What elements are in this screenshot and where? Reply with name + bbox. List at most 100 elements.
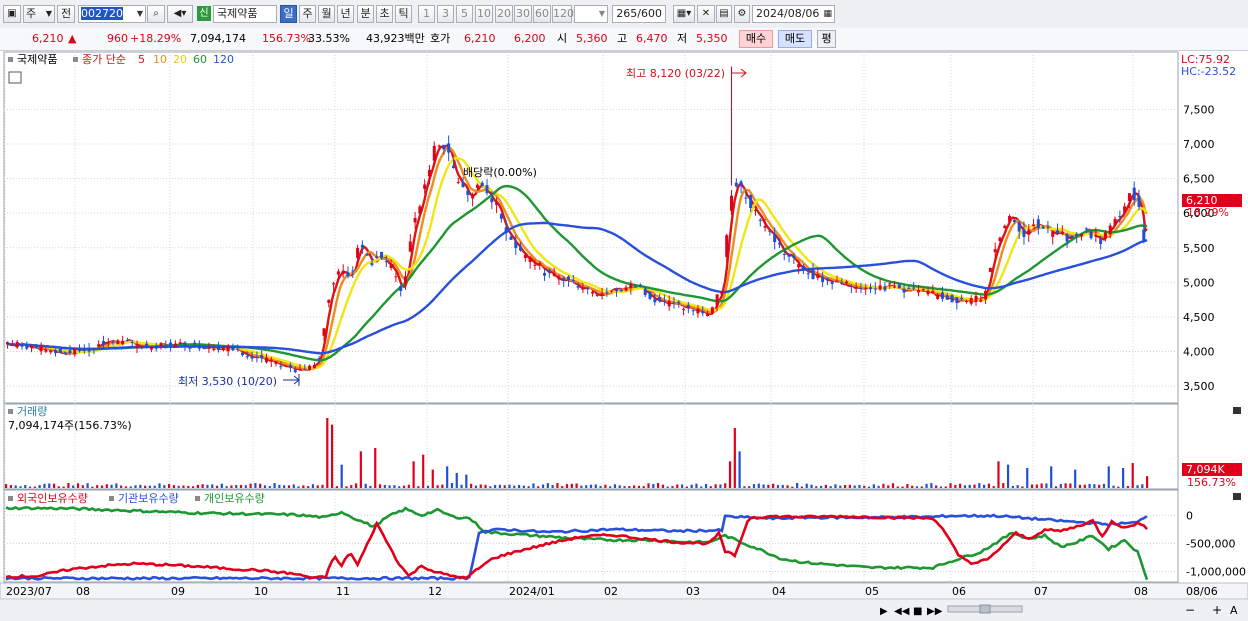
candle-body [140,345,144,347]
tab-second[interactable]: 초 [376,5,393,23]
volume-bar [484,484,487,488]
sell-button[interactable]: 매도 [778,30,812,48]
candle-body [427,169,431,177]
step-3[interactable]: 3 [437,5,454,23]
settings-icon[interactable]: ⚙ [734,5,750,23]
volume-bar [700,486,703,488]
volume-bar [359,451,362,488]
candle-body [1118,216,1122,218]
speaker-icon[interactable]: ◀▾ [167,5,193,23]
stock-name-field[interactable]: 국제약품 [213,5,277,23]
volume-bar [1035,484,1038,488]
zoom-in-icon[interactable]: + [1212,603,1222,617]
panel-close-icon[interactable] [1233,407,1241,414]
volume-bar [187,485,190,488]
volume-bar [283,485,286,488]
tab-minute[interactable]: 분 [357,5,374,23]
candle-body [696,308,700,314]
holdings-tick-label: -1,000,000 [1186,566,1246,579]
candle-body [739,181,743,187]
zoom-out-icon[interactable]: − [1185,603,1195,617]
step-5[interactable]: 5 [456,5,473,23]
candle-body [485,185,489,194]
legend-marker [195,496,200,501]
step-30[interactable]: 30 [514,5,532,23]
chart-tools-icon[interactable]: ▦▾ [673,5,695,23]
candle-body [547,269,551,273]
volume-bar [820,485,823,488]
candle-body [1008,215,1012,222]
volume: 7,094,174 [190,32,246,45]
step-60[interactable]: 60 [533,5,551,23]
tab-month[interactable]: 월 [318,5,335,23]
candle-body [499,213,503,219]
candle-body [1137,195,1141,207]
x-tick-label: 08 [76,585,90,598]
candle-body [988,268,992,272]
current-change-tag-text: 18.29% [1187,206,1229,219]
candle-body [638,284,642,287]
step-10[interactable]: 10 [475,5,493,23]
play-icon[interactable]: ▶ [880,606,888,617]
volume-bar [1117,486,1120,488]
volume-bar [1088,483,1091,488]
crosshair-icon[interactable]: ✕ [697,5,715,23]
buy-button[interactable]: 매수 [739,30,773,48]
stop-icon[interactable]: ■ [913,606,922,617]
date-field[interactable]: 2024/08/06 ▦ [752,5,835,23]
candle-body [979,299,983,302]
candle-body [682,308,686,310]
volume-bar [14,485,17,488]
volume-bar [585,485,588,488]
tab-week[interactable]: 주 [299,5,316,23]
search-icon[interactable]: ⌕ [147,5,165,23]
candle-body [595,295,599,297]
volume-bar [426,485,430,488]
volume-bar [441,484,444,488]
candle-body [614,288,618,292]
candle-body [351,270,355,272]
candle-body [955,297,959,304]
tab-year[interactable]: 년 [337,5,354,23]
step-20[interactable]: 20 [495,5,513,23]
candle-body [940,292,944,299]
step-120[interactable]: 120 [552,5,574,23]
candle-body [835,280,839,282]
volume-bar [5,484,8,488]
legend-individual: 개인보유수량 [204,492,265,505]
save-icon[interactable]: ▤ [716,5,732,23]
candle-body [998,237,1002,242]
font-size-icon[interactable]: A [1230,604,1238,617]
count-display[interactable]: 265/600 [612,5,666,23]
volume-bar [848,484,851,488]
tab-tick[interactable]: 틱 [395,5,412,23]
volume-bar [810,484,813,488]
dropdown-icon: ▼ [45,9,52,18]
volume-bar [652,484,655,488]
scrollbar-thumb[interactable] [979,604,991,614]
step-1[interactable]: 1 [418,5,435,23]
fast-forward-icon[interactable]: ▶▶ [927,606,943,617]
candle-body [317,357,321,359]
step-combo[interactable]: ▼ [574,5,608,23]
tab-day[interactable]: 일 [280,5,297,23]
rewind-icon[interactable]: ◀◀ [894,606,910,617]
volume-bar [762,484,765,488]
window-icon[interactable]: ▣ [3,5,21,23]
stock-code-input[interactable]: 002720 ▼ [78,5,146,23]
panel-close-icon[interactable] [1233,493,1241,500]
x-tick-label: 06 [952,585,966,598]
volume-bar [728,461,732,488]
table-toggle-icon[interactable] [8,71,22,84]
candle-body [418,206,422,214]
prev-button[interactable]: 전 [57,5,75,23]
candle-body [447,143,451,153]
period-select[interactable]: 주 ▼ [23,5,55,23]
candle-body [974,295,978,302]
volume-bar [944,486,947,488]
eval-button[interactable]: 평 [817,30,836,48]
volume-bar [815,486,818,488]
volume-bar [604,484,607,488]
x-tick-label: 2024/01 [509,585,555,598]
change-arrow: ▲ [68,32,77,45]
